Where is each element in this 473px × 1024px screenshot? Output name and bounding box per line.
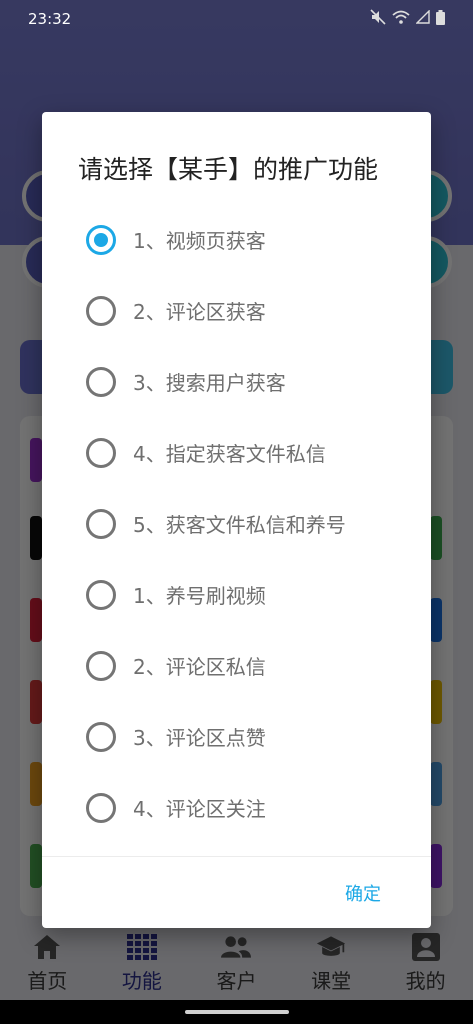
- status-icons: [370, 9, 445, 29]
- signal-icon: [415, 9, 430, 28]
- confirm-button[interactable]: 确定: [345, 880, 381, 906]
- battery-icon: [436, 9, 445, 29]
- gesture-handle[interactable]: [185, 1010, 289, 1014]
- option-item[interactable]: 1、养号刷视频: [42, 559, 431, 630]
- dialog-divider: [42, 856, 431, 857]
- option-item[interactable]: 3、搜索用户获客: [42, 346, 431, 417]
- option-label: 4、指定获客文件私信: [133, 442, 326, 466]
- option-label: 2、评论区私信: [133, 655, 266, 679]
- radio-unchecked-icon[interactable]: [86, 366, 116, 397]
- option-label: 5、获客文件私信和养号: [133, 513, 346, 537]
- option-item[interactable]: 1、视频页获客: [42, 204, 431, 275]
- option-item[interactable]: 4、指定获客文件私信: [42, 417, 431, 488]
- promotion-function-dialog: 请选择【某手】的推广功能 1、视频页获客 2、评论区获客 3、搜索用户获客 4、…: [42, 112, 431, 928]
- option-label: 1、养号刷视频: [133, 584, 266, 608]
- gesture-bar: [0, 1000, 473, 1024]
- radio-unchecked-icon[interactable]: [86, 721, 116, 752]
- radio-checked-icon[interactable]: [86, 224, 116, 255]
- radio-unchecked-icon[interactable]: [86, 792, 116, 823]
- option-label: 2、评论区获客: [133, 300, 266, 324]
- option-label: 3、搜索用户获客: [133, 371, 286, 395]
- dialog-title: 请选择【某手】的推广功能: [78, 155, 379, 184]
- radio-unchecked-icon[interactable]: [86, 579, 116, 610]
- option-item[interactable]: 5、获客文件私信和养号: [42, 488, 431, 559]
- option-item[interactable]: 2、评论区获客: [42, 275, 431, 346]
- option-item[interactable]: 3、评论区点赞: [42, 701, 431, 772]
- radio-unchecked-icon[interactable]: [86, 508, 116, 539]
- wifi-icon: [392, 10, 410, 28]
- radio-unchecked-icon[interactable]: [86, 650, 116, 681]
- option-item[interactable]: 2、评论区私信: [42, 630, 431, 701]
- status-bar: 23:32: [0, 0, 473, 38]
- option-label: 3、评论区点赞: [133, 726, 266, 750]
- option-label: 4、评论区关注: [133, 797, 266, 821]
- radio-unchecked-icon[interactable]: [86, 437, 116, 468]
- mute-icon: [370, 9, 386, 29]
- radio-unchecked-icon[interactable]: [86, 295, 116, 326]
- option-list: 1、视频页获客 2、评论区获客 3、搜索用户获客 4、指定获客文件私信 5、获客…: [42, 204, 431, 843]
- option-label: 1、视频页获客: [133, 229, 266, 253]
- status-time: 23:32: [28, 10, 72, 28]
- option-item[interactable]: 4、评论区关注: [42, 772, 431, 843]
